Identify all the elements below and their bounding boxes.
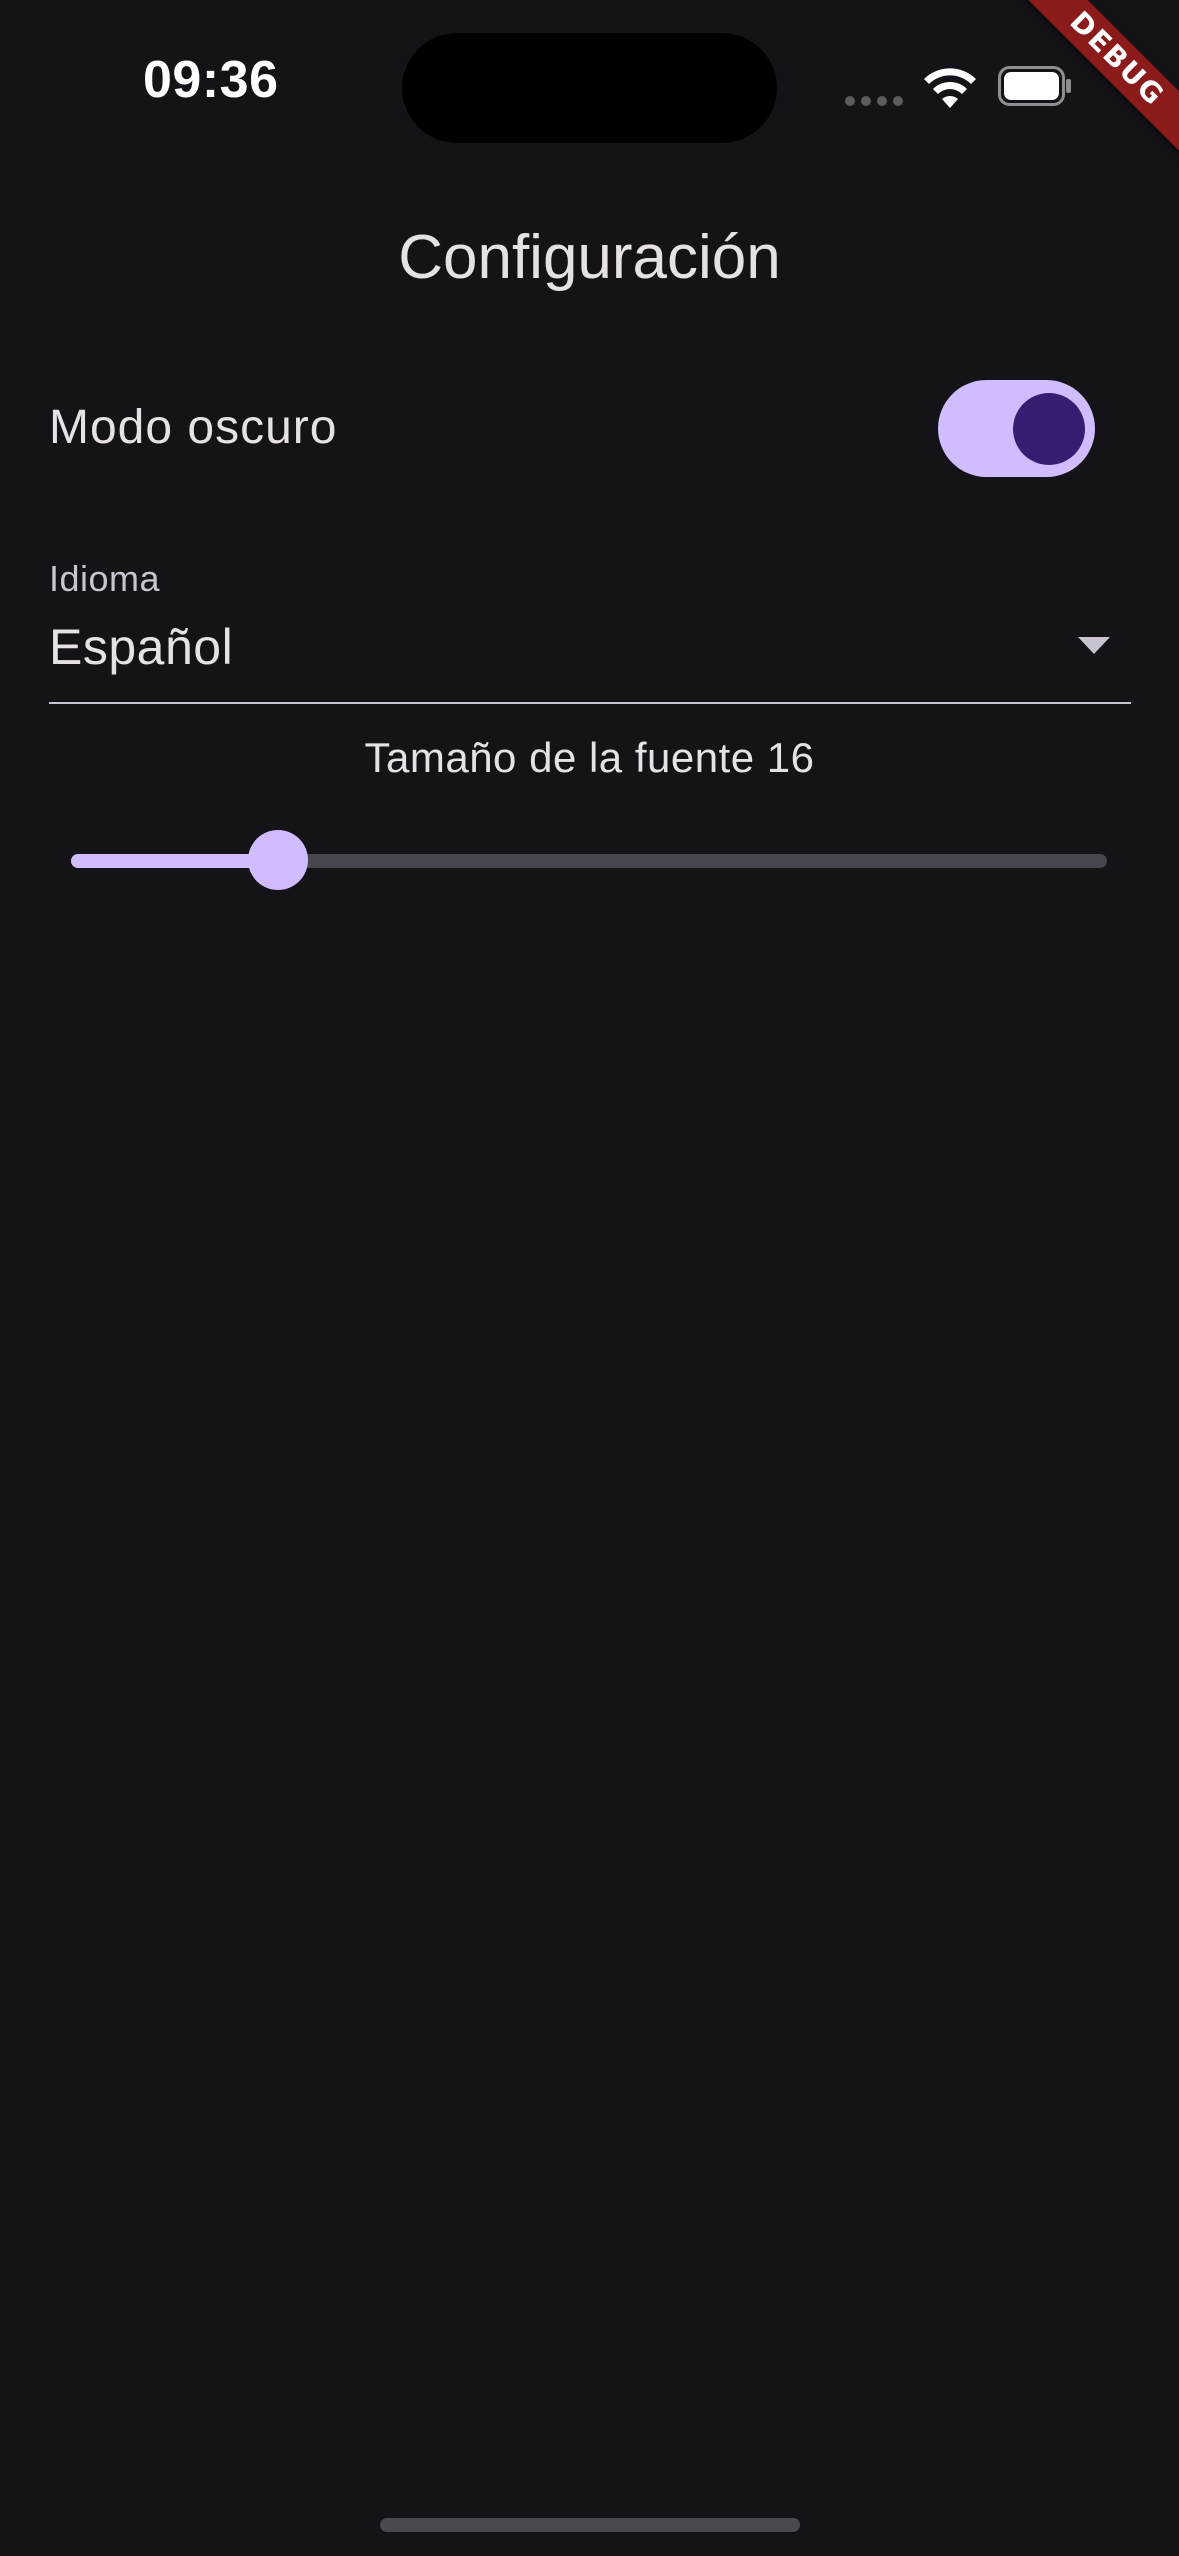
dynamic-island — [402, 33, 777, 143]
status-time: 09:36 — [143, 51, 279, 109]
cellular-signal-icon — [845, 94, 905, 108]
slider-thumb[interactable] — [248, 830, 309, 890]
font-size-label: Tamaño de la fuente 16 — [364, 734, 815, 781]
language-dropdown[interactable]: Español — [49, 618, 233, 676]
dropdown-arrow-icon[interactable] — [1078, 637, 1110, 654]
dark-mode-switch[interactable] — [938, 380, 1095, 477]
dark-mode-label: Modo oscuro — [49, 401, 338, 454]
battery-icon — [998, 66, 1072, 106]
font-size-slider[interactable] — [71, 830, 1107, 890]
dropdown-underline — [49, 702, 1131, 704]
home-indicator — [380, 2518, 800, 2532]
wifi-icon — [922, 64, 978, 108]
slider-active-track — [71, 854, 279, 868]
page-title: Configuración — [398, 223, 781, 292]
switch-thumb — [1013, 393, 1085, 465]
language-label: Idioma — [49, 558, 161, 599]
